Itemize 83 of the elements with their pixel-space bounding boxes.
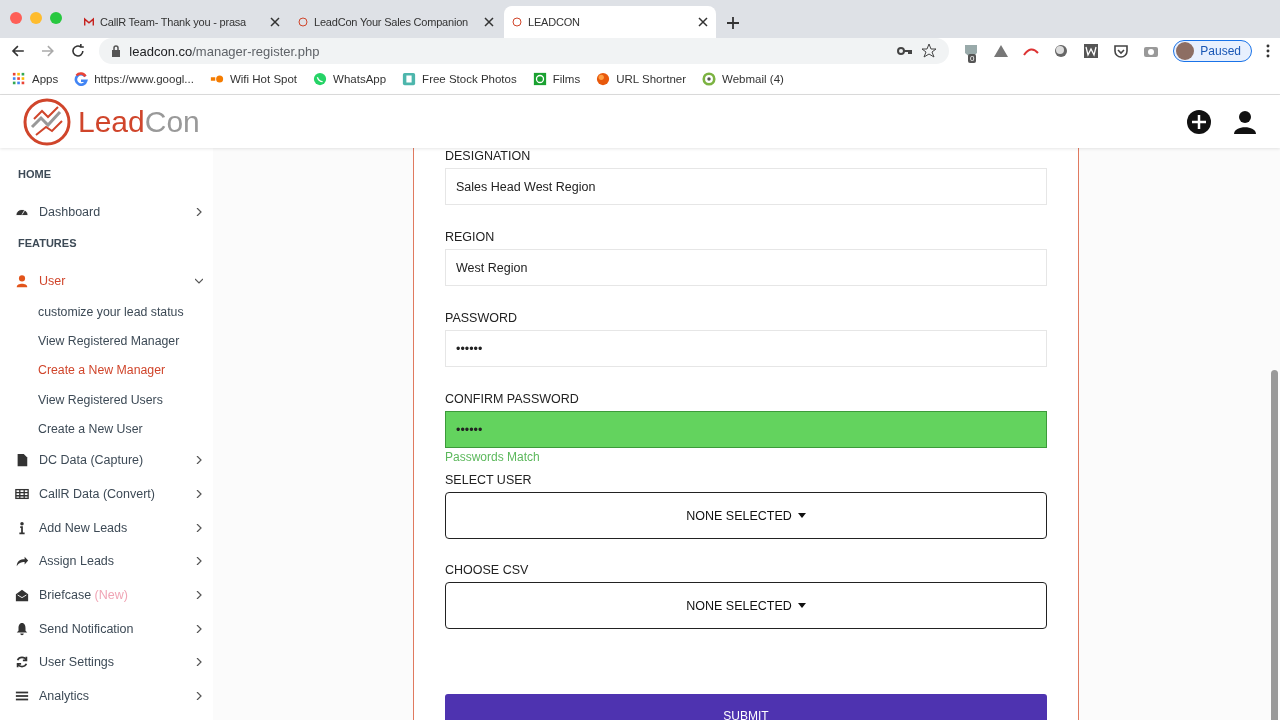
table-icon (15, 486, 29, 501)
bookmark-icon (12, 72, 26, 86)
bookmark-icon (702, 72, 717, 86)
field-label: CHOOSE CSV (445, 563, 530, 579)
key-icon[interactable] (897, 46, 914, 56)
bookmark[interactable]: Films (532, 72, 581, 86)
sidebar-item[interactable]: Send Notification (0, 611, 213, 646)
sidebar-section-label: HOME (17, 167, 52, 182)
extension-badge: 0 (968, 54, 977, 63)
pocket-icon[interactable] (1113, 43, 1130, 59)
sidebar-section-label: FEATURES (17, 235, 78, 251)
sidebar-item[interactable]: Analytics (0, 679, 213, 713)
bookmark[interactable]: https://www.googl... (74, 72, 194, 86)
close-icon[interactable] (698, 17, 708, 27)
sidebar-item[interactable]: DC Data (Capture) (0, 443, 213, 477)
bookmark-icon (532, 72, 547, 86)
sidebar-subitem[interactable]: Create a New User (0, 414, 213, 444)
circle-icon[interactable] (1053, 43, 1070, 59)
sidebar-item[interactable]: Assign Leads (0, 544, 213, 579)
validation-message: Passwords Match (445, 450, 541, 464)
bookmark[interactable]: WhatsApp (313, 72, 387, 86)
refresh-icon (15, 655, 29, 670)
input-field[interactable]: •••••• (445, 411, 1047, 448)
new-tab-icon[interactable] (726, 16, 740, 30)
bookmark-icon (74, 72, 89, 86)
sidebar-item[interactable]: CallR Data (Convert) (0, 477, 213, 511)
field-label: REGION (445, 230, 496, 246)
avatar-icon (1176, 42, 1195, 60)
add-icon[interactable] (1186, 108, 1212, 135)
mail-icon (84, 17, 94, 27)
lock-icon (111, 45, 122, 57)
brand-name: LeadCon (78, 104, 200, 139)
user-icon[interactable] (1232, 108, 1258, 135)
input-field[interactable]: Sales Head West Region (445, 168, 1047, 205)
sidebar-subitem[interactable]: Create a New Manager (0, 355, 213, 385)
browser-tab[interactable]: LeadCon Your Sales Companion (290, 6, 502, 38)
field-label: SELECT USER (445, 473, 533, 489)
bookmark[interactable]: Free Stock Photos (402, 72, 517, 86)
bell-icon (15, 621, 29, 636)
profile-button[interactable]: Paused (1173, 40, 1253, 62)
sidebar-subitem[interactable]: View Registered Users (0, 384, 213, 415)
close-icon[interactable] (484, 17, 494, 27)
sidebar-item[interactable]: Dashboard (0, 195, 213, 229)
star-icon[interactable] (921, 43, 938, 59)
input-field[interactable]: •••••• (445, 330, 1047, 367)
dropdown-button[interactable]: NONE SELECTED (445, 582, 1047, 629)
sidebar-item[interactable]: User (0, 263, 213, 298)
sidebar-item[interactable]: Add New Leads (0, 510, 213, 545)
scrollbar[interactable] (1271, 370, 1278, 720)
field-label: CONFIRM PASSWORD (445, 392, 580, 408)
field-label: PASSWORD (445, 311, 518, 327)
bookmark-icon (313, 72, 328, 86)
sidebar-item[interactable]: User Settings (0, 645, 213, 680)
w-square-icon[interactable] (1083, 43, 1100, 59)
reload-icon[interactable] (69, 43, 86, 59)
bookmark-icon (402, 72, 417, 86)
sidebar-item[interactable]: Briefcase (New) (0, 578, 213, 612)
bookmark[interactable]: Wifi Hot Spot (209, 72, 298, 86)
envelope-icon (15, 587, 29, 602)
bookmark[interactable]: URL Shortner (596, 72, 687, 86)
user-icon (15, 273, 29, 288)
bookmark-icon (596, 72, 611, 86)
sidebar-subitem[interactable]: customize your lead status (0, 297, 213, 327)
logo-icon (298, 17, 308, 27)
bookmark[interactable]: Webmail (4) (702, 72, 784, 86)
browser-tab[interactable]: LEADCON (504, 6, 716, 38)
caret-icon (797, 513, 806, 518)
field-label: DESIGNATION (445, 149, 532, 165)
bookmark[interactable]: Apps (12, 72, 59, 86)
more-menu-icon[interactable] (1266, 44, 1270, 58)
browser-tab[interactable]: CallR Team- Thank you - prasa (76, 6, 288, 38)
chart-logo-icon (22, 96, 72, 147)
sidebar-subitem[interactable]: View Registered Manager (0, 326, 213, 356)
caret-icon (797, 603, 806, 608)
dropdown-button[interactable]: NONE SELECTED (445, 492, 1047, 539)
logo-icon (512, 17, 522, 27)
triangle-icon[interactable] (993, 43, 1010, 59)
submit-button[interactable]: SUBMIT (445, 694, 1047, 720)
address-bar[interactable]: leadcon.co/manager-register.php (99, 38, 950, 64)
document-icon (15, 453, 29, 468)
close-icon[interactable] (270, 17, 280, 27)
back-arrow-icon[interactable] (10, 43, 26, 59)
input-field[interactable]: West Region (445, 249, 1047, 286)
